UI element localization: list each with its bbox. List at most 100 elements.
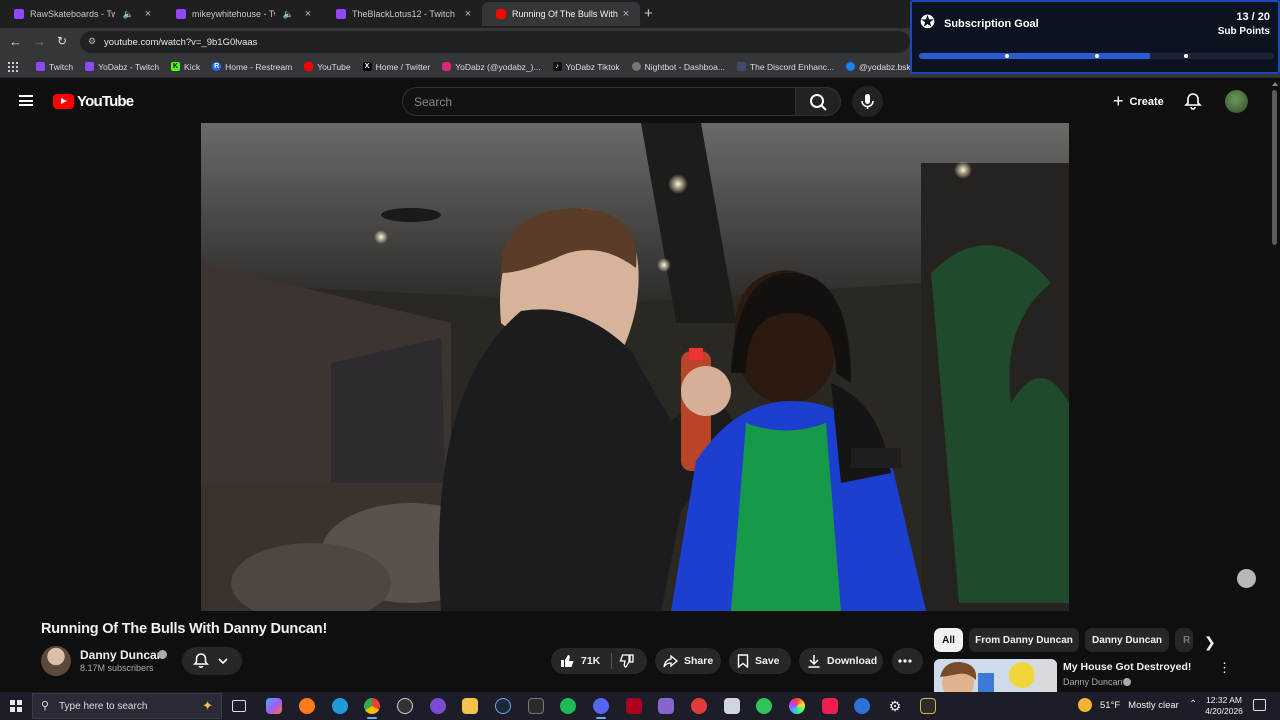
bookmark-tiktok[interactable]: ♪ YoDabz Tiktok <box>552 62 620 72</box>
bookmark-restream[interactable]: R Home - Restream <box>212 62 292 72</box>
voice-search-button[interactable] <box>852 86 883 117</box>
like-button[interactable]: 71K <box>551 654 611 668</box>
notifications-bell-icon[interactable] <box>1184 92 1202 110</box>
share-button[interactable]: Share <box>655 648 721 674</box>
extension-bot-icon[interactable] <box>1237 569 1256 588</box>
menu-icon[interactable] <box>19 95 33 106</box>
bookmark-instagram[interactable]: YoDabz (@yodabz_)... <box>442 61 541 72</box>
app-icon[interactable] <box>626 698 642 714</box>
close-tab-icon[interactable]: × <box>462 8 474 20</box>
app-icon[interactable] <box>658 698 674 714</box>
settings-gear-icon[interactable]: ⚙ <box>887 698 903 714</box>
share-icon <box>663 654 678 667</box>
firefox-icon[interactable] <box>299 698 315 714</box>
search-button[interactable] <box>795 87 841 116</box>
address-bar[interactable]: ⚙ youtube.com/watch?v=_9b1G0lvaas <box>80 31 910 53</box>
bookmark-label: YoDabz - Twitch <box>98 61 160 72</box>
close-tab-icon[interactable]: × <box>142 8 154 20</box>
taskbar-search-box[interactable]: ⚲ Type here to search ✦ <box>32 693 222 719</box>
apps-grid-icon[interactable] <box>8 61 18 72</box>
recommendation-channel[interactable]: Danny Duncan <box>1063 677 1123 687</box>
youtube-logo[interactable]: YouTube <box>53 93 134 110</box>
url-text: youtube.com/watch?v=_9b1G0lvaas <box>104 36 258 48</box>
chip-all[interactable]: All <box>934 628 963 652</box>
goal-progress-bar <box>919 53 1274 59</box>
bookmark-twitch[interactable]: Twitch <box>36 62 73 72</box>
obs-icon[interactable] <box>397 698 413 714</box>
copilot-icon[interactable] <box>266 698 282 714</box>
user-avatar[interactable] <box>1225 90 1248 113</box>
channel-name[interactable]: Danny Duncan <box>80 648 164 662</box>
chrome-icon[interactable] <box>364 698 380 719</box>
show-hidden-icons-chevron-icon[interactable]: ⌃ <box>1189 699 1197 710</box>
app-icon[interactable] <box>789 698 805 714</box>
task-view-icon[interactable] <box>232 700 246 712</box>
more-actions-button[interactable] <box>892 648 923 674</box>
speaker-icon[interactable]: 🔈 <box>283 9 294 20</box>
search-input[interactable]: Search <box>402 87 796 116</box>
file-explorer-icon[interactable] <box>462 698 478 714</box>
chip-from-danny-duncan[interactable]: From Danny Duncan <box>969 628 1079 652</box>
page-scrollbar-thumb[interactable] <box>1272 90 1277 245</box>
recommendation-title[interactable]: My House Got Destroyed! <box>1063 661 1191 673</box>
reload-icon[interactable]: ↻ <box>57 34 67 48</box>
chip-truncated[interactable]: R <box>1175 628 1193 652</box>
speaker-icon[interactable]: 🔈 <box>123 9 134 20</box>
app-icon[interactable] <box>724 698 740 714</box>
dislike-button[interactable] <box>619 654 640 671</box>
subscription-goal-widget: ✪ Subscription Goal 13 / 20 Sub Points <box>910 0 1280 74</box>
forward-arrow-icon[interactable]: → <box>33 34 46 49</box>
bookmark-twitter[interactable]: X Home / Twitter <box>362 62 430 72</box>
close-tab-icon[interactable]: × <box>302 8 314 20</box>
bookmark-kick[interactable]: K Kick <box>171 62 200 72</box>
bookmark-nightbot[interactable]: Nightbot - Dashboa... <box>631 62 725 72</box>
bookmark-discord-enhancement[interactable]: The Discord Enhanc... <box>736 62 834 72</box>
goal-title: Subscription Goal <box>944 18 1039 30</box>
spotify-icon[interactable] <box>560 698 576 714</box>
bookmark-youtube[interactable]: YouTube <box>304 62 351 72</box>
discord-enhance-icon <box>736 62 746 71</box>
video-player[interactable] <box>201 123 1069 611</box>
more-vertical-icon[interactable]: ⋮ <box>1218 660 1231 676</box>
bookmark-label: YoDabz (@yodabz_)... <box>455 61 541 72</box>
bookmark-yodabz-twitch[interactable]: YoDabz - Twitch <box>85 62 159 72</box>
tiktok-live-icon[interactable] <box>822 698 838 714</box>
app-icon[interactable] <box>430 698 446 714</box>
recommendation-thumbnail[interactable] <box>934 659 1057 694</box>
browser-tab-rawskateboards[interactable]: RawSkateboards - Twitch 🔈 × <box>0 2 162 26</box>
browser-tab-mikeywhitehouse[interactable]: mikeywhitehouse - Twitch 🔈 × <box>162 2 322 26</box>
browser-tab-theblacklotus12[interactable]: TheBlackLotus12 - Twitch × <box>322 2 482 26</box>
channel-avatar[interactable] <box>41 646 71 676</box>
taskbar-clock[interactable]: 12:32 AM 4/20/2026 <box>1202 695 1246 717</box>
save-button[interactable]: Save <box>729 648 791 674</box>
site-info-icon[interactable]: ⚙ <box>88 36 99 47</box>
tab-title: mikeywhitehouse - Twitch <box>192 9 275 19</box>
app-icon[interactable] <box>756 698 772 714</box>
edge-icon[interactable] <box>332 698 348 714</box>
steam-icon[interactable] <box>495 698 511 714</box>
new-tab-button[interactable]: + <box>644 5 653 22</box>
chevron-right-icon[interactable]: ❯ <box>1204 634 1216 651</box>
weather-widget[interactable]: 51°F Mostly clear <box>1078 698 1179 712</box>
windows-start-icon[interactable] <box>10 700 22 712</box>
subscription-notification-button[interactable] <box>182 647 242 675</box>
restream-icon: R <box>212 62 222 71</box>
notification-center-icon[interactable] <box>1253 699 1266 711</box>
app-icon[interactable] <box>920 698 936 714</box>
browser-tab-youtube-active[interactable]: Running Of The Bulls With Danny × <box>482 2 640 26</box>
discord-icon[interactable] <box>593 698 609 719</box>
epic-games-icon[interactable] <box>528 698 544 714</box>
back-arrow-icon[interactable]: ← <box>9 34 22 49</box>
app-icon[interactable] <box>854 698 870 714</box>
chip-danny-duncan[interactable]: Danny Duncan <box>1085 628 1169 652</box>
create-label: Create <box>1129 95 1164 108</box>
app-icon[interactable] <box>691 698 707 714</box>
close-tab-icon[interactable]: × <box>620 8 632 20</box>
verified-badge-icon <box>158 650 167 659</box>
search-placeholder: Search <box>414 94 453 109</box>
create-button[interactable]: + Create <box>1103 87 1174 116</box>
download-button[interactable]: Download <box>799 648 883 674</box>
verified-badge-icon <box>1123 678 1131 686</box>
scroll-up-arrow[interactable] <box>1272 82 1278 86</box>
video-frame <box>201 123 1069 611</box>
